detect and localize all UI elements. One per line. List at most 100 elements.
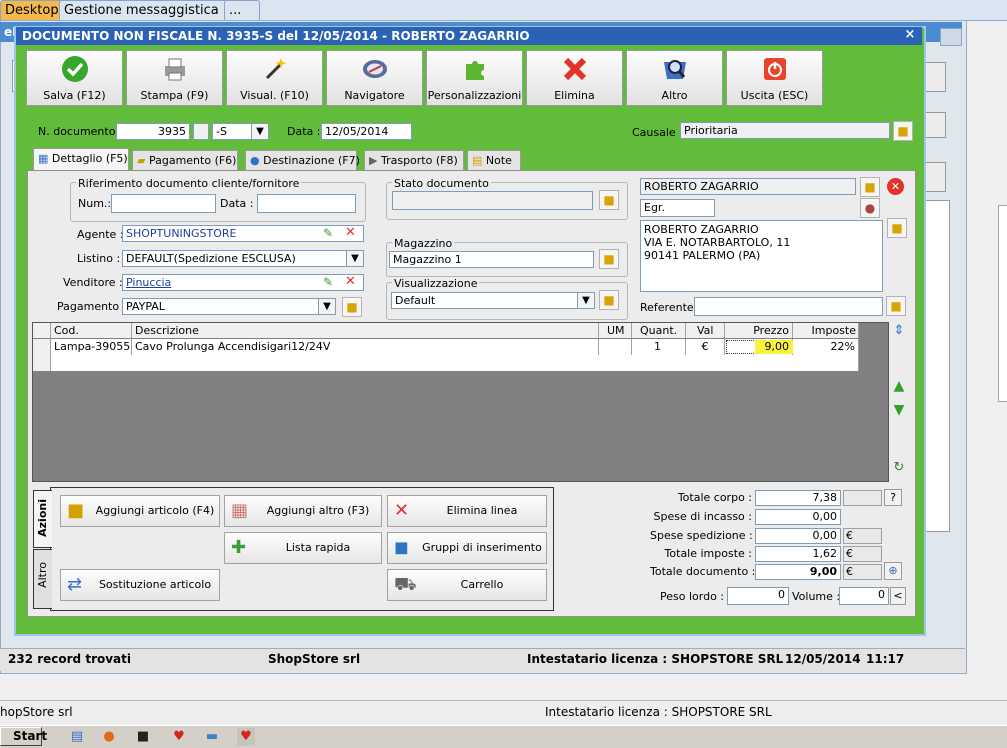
stato-folder-button[interactable]: ■: [599, 190, 619, 210]
outer-status-licenza: Intestatario licenza : SHOPSTORE SRL: [545, 705, 772, 719]
move-down-icon[interactable]: ▼: [890, 402, 908, 420]
serie-dropdown-button[interactable]: ▼: [251, 123, 269, 140]
causale-field[interactable]: Prioritaria: [680, 122, 890, 139]
row-move-icon[interactable]: ⇕: [890, 323, 908, 341]
tab-more[interactable]: ...: [224, 0, 260, 20]
col-imposte[interactable]: Imposte: [793, 323, 859, 338]
cliente-title-field[interactable]: Egr.: [640, 199, 715, 217]
visualizzazione-folder-button[interactable]: ■: [599, 290, 619, 310]
save-button[interactable]: Salva (F12): [26, 50, 123, 106]
start-button[interactable]: Start: [0, 727, 47, 746]
status-licenza: Intestatario licenza : SHOPSTORE SRL: [527, 652, 784, 666]
zoom-total-icon[interactable]: ⊕: [884, 562, 902, 580]
cell-prezzo[interactable]: 9,00: [725, 339, 795, 355]
referente-folder-button[interactable]: ■: [886, 296, 906, 316]
help-button[interactable]: ?: [884, 489, 902, 506]
exit-button[interactable]: Uscita (ESC): [726, 50, 823, 106]
magic-wand-icon: [227, 55, 322, 85]
pencil-icon[interactable]: ✎: [323, 226, 333, 240]
tab-trasporto[interactable]: ▶ Trasporto (F8): [364, 150, 464, 171]
browser-icon[interactable]: ●: [100, 728, 118, 746]
folder-icon[interactable]: ▬: [203, 728, 221, 746]
col-quant[interactable]: Quant.: [632, 323, 686, 338]
col-descrizione[interactable]: Descrizione: [132, 323, 599, 338]
pagamento-dropdown-button[interactable]: ▼: [318, 298, 336, 315]
spese-spedizione-value[interactable]: 0,00: [755, 528, 841, 544]
tab-gestione-messaggistica[interactable]: Gestione messaggistica: [59, 0, 231, 20]
cell-um[interactable]: [599, 339, 632, 355]
cart-button[interactable]: ⛟ Carrello: [387, 569, 547, 601]
visualizzazione-select[interactable]: Default: [391, 292, 594, 309]
dialog-close-button[interactable]: ×: [903, 28, 917, 42]
totale-imposte-currency: €: [843, 546, 882, 562]
listino-dropdown-button[interactable]: ▼: [346, 250, 364, 267]
add-other-button[interactable]: ▦ Aggiungi altro (F3): [224, 495, 382, 527]
row-indicator[interactable]: [33, 339, 51, 355]
row-indicator-new[interactable]: [33, 355, 51, 371]
visualizzazione-dropdown-button[interactable]: ▼: [577, 292, 595, 309]
preview-button[interactable]: Visual. (F10): [226, 50, 323, 106]
data-field[interactable]: 12/05/2014: [321, 123, 412, 140]
add-article-button[interactable]: ■ Aggiungi articolo (F4): [60, 495, 220, 527]
clear-agente-icon[interactable]: ✕: [345, 225, 356, 240]
volume-field[interactable]: 0: [839, 587, 889, 605]
folder-icon: ■: [603, 193, 615, 207]
n-documento-field[interactable]: 3935: [116, 123, 190, 140]
replace-article-button[interactable]: ⇄ Sostituzione articolo: [60, 569, 220, 601]
col-um[interactable]: UM: [599, 323, 632, 338]
other-button[interactable]: Altro: [626, 50, 723, 106]
side-tab-altro[interactable]: Altro: [33, 549, 52, 609]
collapse-button[interactable]: <: [890, 587, 906, 605]
tab-destinazione[interactable]: ● Destinazione (F7): [245, 150, 360, 171]
pagamento-select[interactable]: PAYPAL: [122, 298, 335, 315]
cliente-address-field[interactable]: ROBERTO ZAGARRIO VIA E. NOTARBARTOLO, 11…: [640, 220, 883, 292]
navigator-button[interactable]: Navigatore: [326, 50, 423, 106]
cell-cod[interactable]: Lampa-39055: [51, 339, 132, 355]
move-up-icon[interactable]: ▲: [890, 378, 908, 396]
col-val[interactable]: Val: [686, 323, 725, 338]
delete-button[interactable]: Elimina: [526, 50, 623, 106]
delete-line-button[interactable]: ✕ Elimina linea: [387, 495, 547, 527]
num-field[interactable]: [111, 194, 216, 213]
insert-groups-button[interactable]: ◼ Gruppi di inserimento: [387, 532, 547, 564]
referente-field[interactable]: [694, 297, 883, 316]
spese-incasso-value[interactable]: 0,00: [755, 509, 841, 525]
address-folder-button[interactable]: ■: [887, 218, 907, 238]
terminal-icon[interactable]: ■: [134, 728, 152, 746]
tab-pagamento[interactable]: ▰ Pagamento (F6): [132, 150, 238, 171]
peso-lordo-field[interactable]: 0: [727, 587, 789, 605]
pagamento-folder-button[interactable]: ■: [342, 297, 362, 317]
cliente-name-field[interactable]: ROBERTO ZAGARRIO: [640, 178, 856, 195]
clear-venditore-icon[interactable]: ✕: [345, 274, 356, 289]
quick-list-button[interactable]: ✚ Lista rapida: [224, 532, 382, 564]
cliente-folder-button[interactable]: ■: [860, 177, 880, 197]
riferimento-data-field[interactable]: [257, 194, 356, 213]
cell-descrizione[interactable]: Cavo Prolunga Accendisigari12/24V: [132, 339, 599, 355]
customizations-button[interactable]: Personalizzazioni: [426, 50, 523, 106]
app-strawberry-icon-active[interactable]: ♥: [237, 728, 255, 746]
cell-imposte[interactable]: 22%: [793, 339, 859, 355]
listino-select[interactable]: DEFAULT(Spedizione ESCLUSA): [122, 250, 364, 267]
app-strawberry-icon[interactable]: ♥: [170, 728, 188, 746]
pencil-icon[interactable]: ✎: [323, 275, 333, 289]
tab-note[interactable]: ▤ Note: [467, 150, 521, 171]
remove-cliente-icon[interactable]: ✕: [887, 178, 904, 195]
cell-val[interactable]: €: [686, 339, 725, 355]
side-tab-azioni[interactable]: Azioni: [33, 490, 52, 548]
magazzino-folder-button[interactable]: ■: [599, 249, 619, 269]
col-prezzo[interactable]: Prezzo: [725, 323, 793, 338]
refresh-icon[interactable]: ↻: [890, 460, 908, 478]
col-cod[interactable]: Cod.: [51, 323, 132, 338]
tab-dettaglio[interactable]: ▦ Dettaglio (F5): [33, 148, 129, 172]
causale-folder-button[interactable]: ■: [893, 121, 913, 141]
print-button[interactable]: Stampa (F9): [126, 50, 223, 106]
table-row-new[interactable]: [51, 355, 859, 371]
tab-desktop[interactable]: Desktop: [0, 0, 68, 20]
network-icon[interactable]: ▤: [68, 728, 86, 746]
cell-quant[interactable]: 1: [632, 339, 686, 355]
stato-field: [392, 191, 593, 210]
cliente-lookup-button[interactable]: ●: [860, 198, 880, 218]
magazzino-field[interactable]: Magazzino 1: [389, 251, 594, 268]
background-window-button[interactable]: [940, 28, 962, 46]
address-line-1: ROBERTO ZAGARRIO: [644, 223, 759, 236]
